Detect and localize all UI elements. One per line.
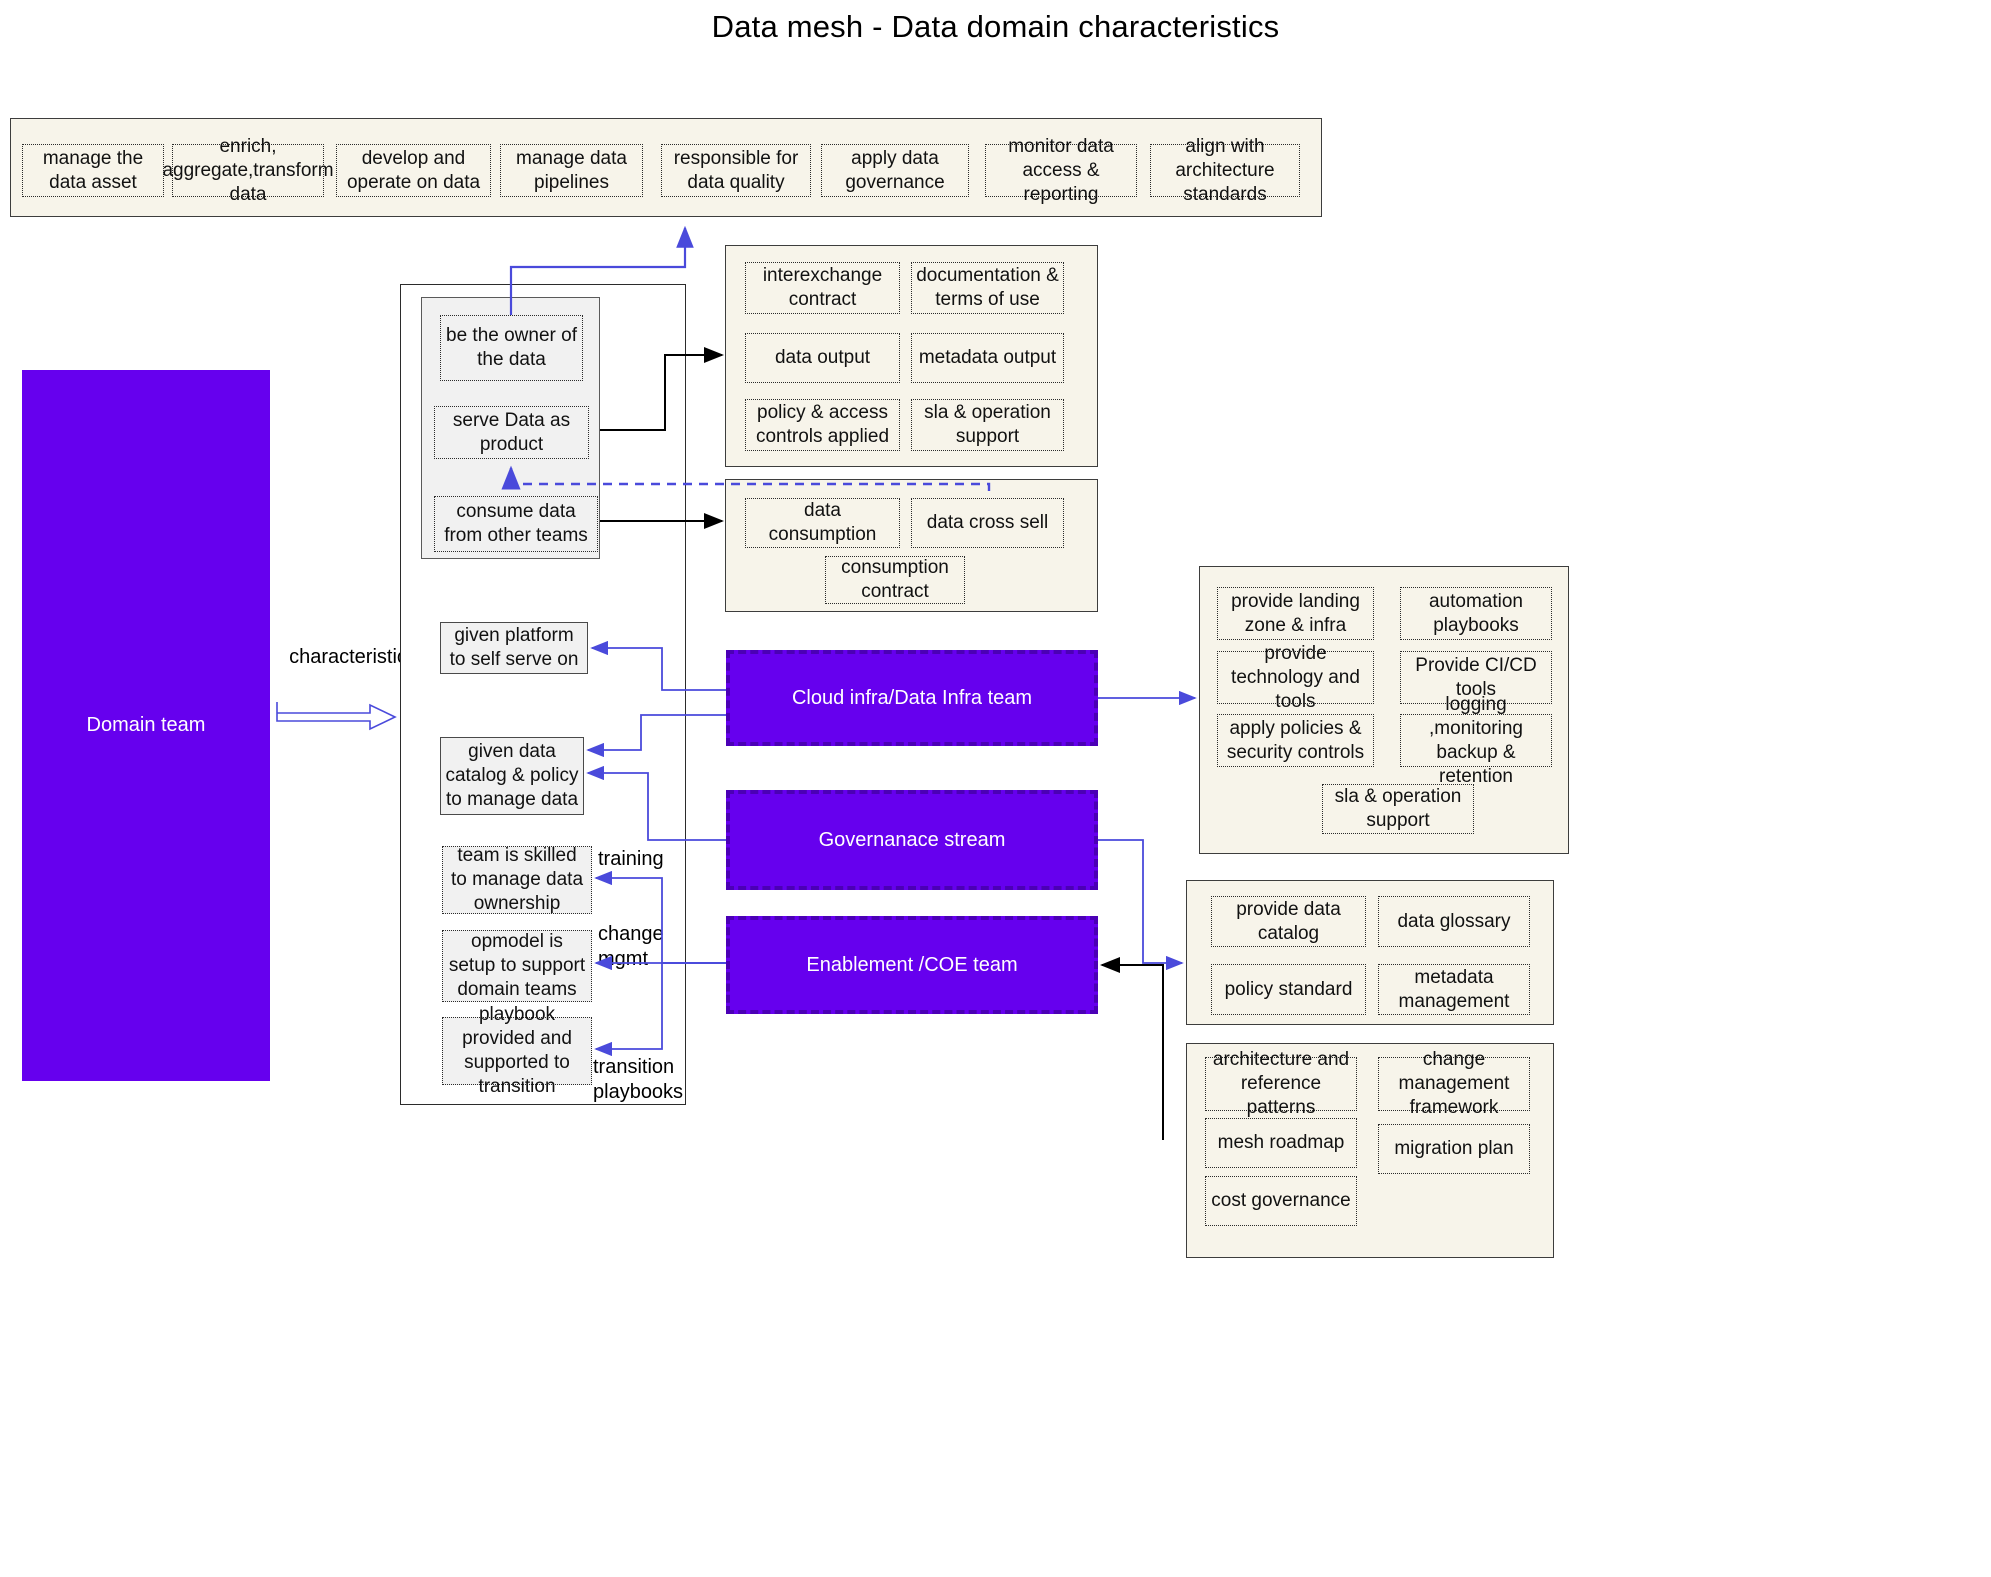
consumption-item[interactable]: consumption contract (825, 556, 965, 604)
data-product-item[interactable]: policy & access controls applied (745, 399, 900, 451)
data-product-item[interactable]: metadata output (911, 333, 1064, 383)
data-product-item[interactable]: data output (745, 333, 900, 383)
enablement-readiness-item[interactable]: playbook provided and supported to trans… (442, 1004, 592, 1097)
governance-stream-block[interactable]: Governanace stream (726, 790, 1098, 890)
enablement-coe-team-label: Enablement /COE team (806, 954, 1018, 976)
domain-team-block[interactable]: Domain team (22, 370, 270, 1081)
ownership-item[interactable]: consume data from other teams (434, 496, 598, 552)
responsibility-item[interactable]: monitor data access & reporting (985, 136, 1137, 205)
governance-capability-item[interactable]: metadata management (1378, 964, 1530, 1015)
enablement-capability-item[interactable]: architecture and reference patterns (1205, 1049, 1357, 1118)
page-title: Data mesh - Data domain characteristics (711, 9, 1280, 44)
data-product-item[interactable]: documentation & terms of use (911, 262, 1064, 314)
diagram-canvas: Data mesh - Data domain characteristics … (0, 0, 1991, 1577)
data-product-item[interactable]: interexchange contract (745, 262, 900, 314)
ownership-item[interactable]: serve Data as product (434, 406, 589, 459)
enablement-capability-item[interactable]: mesh roadmap (1205, 1118, 1357, 1168)
cloud-infra-capability-item[interactable]: provide technology and tools (1217, 643, 1374, 712)
enablement-coe-team-block[interactable]: Enablement /COE team (726, 916, 1098, 1014)
responsibility-item[interactable]: enrich, aggregate,transform data (162, 136, 333, 205)
governance-capability-item[interactable]: policy standard (1211, 964, 1366, 1015)
cloud-infra-capability-item[interactable]: logging ,monitoring backup & retention (1400, 694, 1552, 787)
responsibility-item[interactable]: manage data pipelines (500, 144, 643, 197)
cloud-infra-capability-item[interactable]: sla & operation support (1322, 784, 1474, 834)
cloud-infra-team-label: Cloud infra/Data Infra team (791, 687, 1033, 709)
consumption-item[interactable]: data cross sell (911, 498, 1064, 548)
change-mgmt-edge-label: change mgmt (598, 923, 664, 970)
governance-capability-item[interactable]: provide data catalog (1211, 896, 1366, 947)
enablement-capability-item[interactable]: cost governance (1205, 1176, 1357, 1226)
cloud-infra-capability-item[interactable]: provide landing zone & infra (1217, 587, 1374, 640)
ownership-item[interactable]: be the owner of the data (440, 315, 583, 381)
cloud-infra-capability-item[interactable]: apply policies & security controls (1217, 714, 1374, 767)
training-edge-label: training (598, 848, 664, 870)
connector-overlay (276, 225, 1197, 1140)
platform-item[interactable]: given data catalog & policy to manage da… (440, 737, 584, 815)
governance-to-capability-connector (1098, 839, 1184, 971)
responsibility-item[interactable]: responsible for data quality (661, 144, 811, 197)
enablement-capability-item[interactable]: change management framework (1378, 1049, 1530, 1118)
data-product-item[interactable]: sla & operation support (911, 399, 1064, 451)
enablement-readiness-item[interactable]: team is skilled to manage data ownership (442, 845, 592, 914)
responsibility-item[interactable]: manage the data asset (22, 144, 164, 197)
platform-item[interactable]: given platform to self serve on (440, 622, 588, 674)
characteristics-arrow (276, 702, 397, 731)
governance-stream-label: Governanace stream (818, 829, 1006, 851)
responsibility-item[interactable]: develop and operate on data (336, 144, 491, 197)
cloud-infra-team-block[interactable]: Cloud infra/Data Infra team (726, 650, 1098, 746)
responsibility-item[interactable]: apply data governance (821, 144, 969, 197)
consumption-item[interactable]: data consumption (745, 498, 900, 548)
cloud-infra-capability-item[interactable]: automation playbooks (1400, 587, 1552, 640)
enablement-capability-to-team-connector (1100, 957, 1164, 1140)
transition-playbooks-edge-label: transition playbooks (593, 1056, 684, 1103)
governance-capability-item[interactable]: data glossary (1378, 896, 1530, 947)
enablement-capability-item[interactable]: migration plan (1378, 1124, 1530, 1174)
domain-team-label: Domain team (86, 714, 206, 736)
responsibility-item[interactable]: align with architecture standards (1150, 136, 1300, 205)
enablement-readiness-item[interactable]: opmodel is setup to support domain teams (442, 930, 592, 1002)
